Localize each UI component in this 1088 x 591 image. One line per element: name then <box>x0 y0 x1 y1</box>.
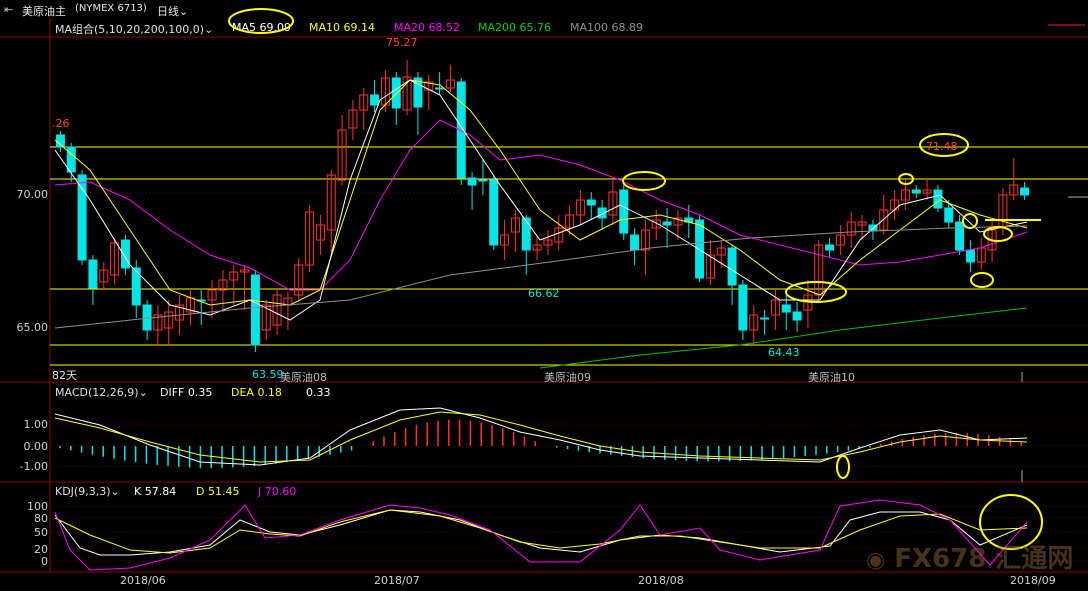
candle-body <box>456 81 466 179</box>
low-price-label-2: 66.62 <box>528 287 560 300</box>
chevron-down-icon: ⌄ <box>138 386 148 399</box>
candle-body <box>77 174 87 261</box>
kdj-axis-label-0: 0 <box>41 555 48 568</box>
kdj-axis-label-50: 50 <box>34 526 48 539</box>
candle-body <box>955 221 965 251</box>
candle-body <box>825 244 835 251</box>
ma10-line <box>54 79 1028 306</box>
candle-body <box>630 234 640 251</box>
kdj-k-value: K 57.84 <box>134 485 177 498</box>
watermark-logo-icon: ◉ <box>866 548 886 573</box>
ma100-line <box>54 225 1028 329</box>
candle-body <box>66 146 76 173</box>
macd-axis-label-1: 1.00 <box>23 418 49 431</box>
candle-body <box>933 189 943 209</box>
candle-body <box>727 247 737 286</box>
candle-body <box>792 311 802 321</box>
date-label-2018-09: 2018/09 <box>1010 574 1056 587</box>
date-label-2018-06: 2018/06 <box>120 574 166 587</box>
candle-body <box>88 259 98 289</box>
candle-body <box>586 199 596 206</box>
watermark-text: FX678 汇通网 <box>894 544 1074 574</box>
candle-body <box>370 94 380 106</box>
contract-label-10: 美原油10 <box>808 371 855 384</box>
highlight-ellipse <box>836 455 850 479</box>
high-price-label: 75.27 <box>386 36 418 49</box>
ma200-line <box>539 307 1028 369</box>
low-price-label-3: 64.43 <box>768 346 800 359</box>
candle-body <box>435 87 445 90</box>
highlight-ellipse <box>962 213 978 229</box>
highlight-ellipse <box>228 8 294 34</box>
low-price-label-1: 63.59 <box>252 368 284 381</box>
highlight-ellipse <box>785 281 847 303</box>
chevron-down-icon: ⌄ <box>110 485 120 498</box>
price-axis-label-70: 70.00 <box>16 188 49 201</box>
macd-diff-value: DIFF 0.35 <box>160 386 213 399</box>
candle-body <box>662 221 672 226</box>
candle-body <box>738 284 748 331</box>
date-label-2018-08: 2018/08 <box>638 574 684 587</box>
candle-body <box>391 77 401 109</box>
highlight-ellipse <box>970 272 994 288</box>
contract-label-08: 美原油08 <box>280 371 327 384</box>
candle-body <box>467 177 477 186</box>
candle-body <box>944 207 954 223</box>
candle-body <box>911 189 921 194</box>
macd-axis-label-0: 0.00 <box>23 440 49 453</box>
days-label: 82天 <box>52 369 77 382</box>
macd-axis-label-minus1: -1.00 <box>19 460 48 473</box>
contract-label-09: 美原油09 <box>544 371 591 384</box>
watermark-logo: ◉ FX678 汇通网 <box>866 538 1073 575</box>
macd-value: 0.33 <box>306 386 331 399</box>
candle-body <box>965 249 975 263</box>
kdj-j-value: J 70.60 <box>258 485 297 498</box>
candle-body <box>760 317 770 320</box>
recent-high-label: 71.48 <box>926 140 958 153</box>
candle-body <box>1020 187 1030 196</box>
kdj-d-value: D 51.45 <box>196 485 240 498</box>
candle-body <box>521 217 531 251</box>
kdj-axis-label-80: 80 <box>34 512 48 525</box>
ma5-line <box>54 79 1028 321</box>
candle-body <box>120 239 130 269</box>
candle-body <box>478 179 488 182</box>
candle-body <box>781 304 791 313</box>
kdj-legend-label[interactable]: KDJ(9,3,3)⌄ <box>55 485 120 498</box>
highlight-ellipse <box>622 171 666 191</box>
candle-body <box>619 189 629 234</box>
left-edge-price-label: .26 <box>52 117 70 130</box>
candle-body <box>695 219 705 279</box>
candle-body <box>250 274 260 346</box>
date-label-2018-07: 2018/07 <box>374 574 420 587</box>
ma20-line <box>54 119 1028 291</box>
macd-dea-value: DEA 0.18 <box>231 386 282 399</box>
candle-body <box>142 304 152 331</box>
price-axis-label-65: 65.00 <box>16 321 49 334</box>
macd-legend-label[interactable]: MACD(12,26,9)⌄ <box>55 386 148 399</box>
candle-body <box>489 179 499 246</box>
